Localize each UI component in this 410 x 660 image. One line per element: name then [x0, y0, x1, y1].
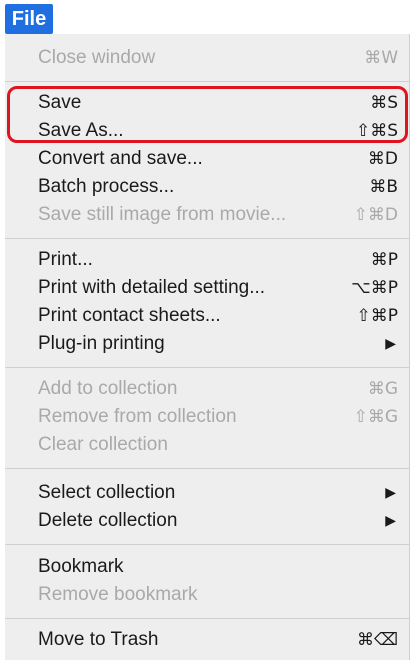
menu-item-batch-process[interactable]: Batch process... ⌘B [5, 173, 410, 201]
menu-item-shortcut: ⇧⌘G [353, 407, 398, 427]
menu-item-label: Save [38, 92, 82, 113]
menu-item-add-to-collection: Add to collection ⌘G [5, 375, 410, 403]
menu-item-label: Save As... [38, 120, 124, 141]
menu-item-shortcut: ⇧⌘D [353, 205, 398, 225]
file-menu-dropdown: Close window ⌘W Save ⌘S Save As... ⇧⌘S C… [5, 34, 410, 660]
menu-item-shortcut: ⌘D [367, 149, 398, 169]
menu-item-label: Plug-in printing [38, 333, 165, 354]
submenu-arrow-icon: ▶ [385, 513, 396, 529]
menu-item-label: Move to Trash [38, 629, 159, 650]
menu-separator [5, 238, 410, 239]
menu-item-label: Add to collection [38, 378, 178, 399]
menu-item-plug-in-printing[interactable]: Plug-in printing ▶ [5, 330, 410, 358]
menu-item-label: Select collection [38, 482, 176, 503]
menu-item-shortcut: ⌘G [367, 379, 398, 399]
menu-item-shortcut: ⌘P [370, 250, 398, 270]
menu-item-bookmark[interactable]: Bookmark [5, 553, 410, 581]
menu-item-label: Batch process... [38, 176, 175, 197]
menu-item-shortcut: ⌘B [369, 177, 398, 197]
menu-item-delete-collection[interactable]: Delete collection ▶ [5, 507, 410, 535]
menu-item-label: Remove bookmark [38, 584, 198, 605]
menu-item-shortcut: ⇧⌘P [356, 306, 399, 326]
menu-item-save[interactable]: Save ⌘S [5, 89, 410, 117]
menu-item-save-as[interactable]: Save As... ⇧⌘S [5, 117, 410, 145]
menu-item-move-to-trash[interactable]: Move to Trash ⌘⌫ [5, 626, 410, 654]
menu-item-remove-from-collection: Remove from collection ⇧⌘G [5, 403, 410, 431]
menu-separator [5, 618, 410, 619]
menu-item-label: Bookmark [38, 556, 124, 577]
menu-item-close-window: Close window ⌘W [5, 44, 410, 72]
menu-item-select-collection[interactable]: Select collection ▶ [5, 479, 410, 507]
submenu-arrow-icon: ▶ [385, 336, 396, 352]
file-menu-title[interactable]: File [5, 4, 53, 34]
menu-item-label: Remove from collection [38, 406, 237, 427]
menu-separator [5, 468, 410, 469]
menu-item-label: Close window [38, 47, 156, 68]
menu-item-shortcut: ⌘S [370, 93, 398, 113]
menu-item-shortcut: ⌘⌫ [356, 630, 398, 650]
menu-separator [5, 544, 410, 545]
menu-item-label: Save still image from movie... [38, 204, 287, 225]
menu-separator [5, 81, 410, 82]
menu-item-print[interactable]: Print... ⌘P [5, 246, 410, 274]
menu-item-shortcut: ⌘W [364, 48, 398, 68]
menu-item-clear-collection: Clear collection [5, 431, 410, 459]
menu-item-print-detailed[interactable]: Print with detailed setting... ⌥⌘P [5, 274, 410, 302]
menu-item-remove-bookmark: Remove bookmark [5, 581, 410, 609]
menu-separator [5, 367, 410, 368]
menu-item-label: Print... [38, 249, 93, 270]
menu-item-save-still-image: Save still image from movie... ⇧⌘D [5, 201, 410, 229]
menu-item-convert-and-save[interactable]: Convert and save... ⌘D [5, 145, 410, 173]
menu-item-label: Convert and save... [38, 148, 203, 169]
menu-item-label: Clear collection [38, 434, 168, 455]
menu-item-shortcut: ⇧⌘S [355, 121, 398, 141]
menu-item-label: Delete collection [38, 510, 178, 531]
menu-item-label: Print contact sheets... [38, 305, 221, 326]
file-menu-screenshot: File Close window ⌘W Save ⌘S Save As... … [0, 0, 410, 660]
menu-item-print-contact-sheets[interactable]: Print contact sheets... ⇧⌘P [5, 302, 410, 330]
menu-item-label: Print with detailed setting... [38, 277, 266, 298]
menu-item-shortcut: ⌥⌘P [351, 278, 398, 298]
submenu-arrow-icon: ▶ [385, 485, 396, 501]
